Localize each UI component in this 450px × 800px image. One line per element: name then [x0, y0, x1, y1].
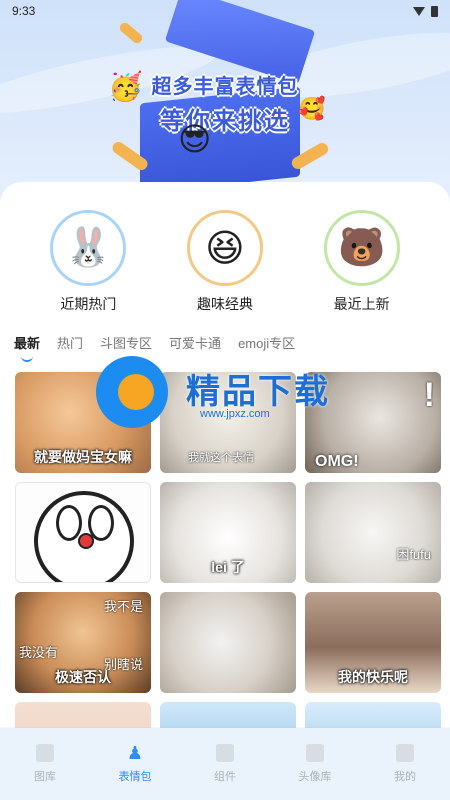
- sticker-caption-left: 我没有: [19, 645, 59, 660]
- nav-gallery[interactable]: 图库: [10, 744, 80, 784]
- love-emoji-icon: 🥰: [298, 96, 326, 121]
- promo-banner[interactable]: 🥳 😎 🥰 超多丰富表情包 等你来挑选: [0, 0, 450, 210]
- nav-stickers[interactable]: ♟ 表情包: [100, 744, 170, 784]
- nav-profile[interactable]: 我的: [370, 744, 440, 784]
- category-label: 趣味经典: [196, 296, 253, 312]
- nav-label: 表情包: [118, 771, 152, 783]
- nav-label: 我的: [394, 771, 416, 783]
- battery-icon: [431, 5, 438, 17]
- sticker-caption: OMG!: [315, 453, 359, 470]
- tab-battle[interactable]: 斗图专区: [100, 333, 152, 364]
- sticker-caption: 就要做妈宝女嘛: [34, 449, 132, 465]
- sticker-caption: 极速否认: [55, 669, 111, 685]
- sticker-tile[interactable]: 就要做妈宝女嘛: [15, 372, 151, 473]
- sticker-tabs: 最新 热门 斗图专区 可爱卡通 emoji专区: [14, 333, 312, 364]
- sticker-caption-top: 我不是: [103, 599, 143, 614]
- party-emoji-icon: 🥳: [108, 71, 143, 102]
- profile-icon: [396, 744, 414, 762]
- bunny-stickers-icon: 🐰: [50, 210, 127, 286]
- sticker-caption: lei 了: [211, 559, 245, 575]
- nav-avatar-library[interactable]: 头像库: [280, 744, 350, 784]
- wifi-icon: [413, 6, 425, 16]
- sunglasses-emoji-icon: 😎: [178, 121, 212, 157]
- nav-label: 头像库: [298, 771, 332, 783]
- widgets-icon: [216, 744, 234, 762]
- sticker-tile[interactable]: 困fufu: [305, 482, 441, 583]
- status-bar: 9:33: [0, 0, 450, 22]
- banner-title: 超多丰富表情包 等你来挑选: [0, 70, 450, 136]
- sticker-tile[interactable]: [15, 482, 151, 583]
- nav-label: 组件: [214, 771, 236, 783]
- sticker-caption: 我就这个表情: [188, 452, 254, 464]
- sticker-tile[interactable]: 我就这个表情: [160, 372, 296, 473]
- bottom-nav: 图库 ♟ 表情包 组件 头像库 我的: [0, 728, 450, 800]
- tab-cute-cartoon[interactable]: 可爱卡通: [169, 333, 221, 364]
- category-recent-hot[interactable]: 🐰 近期热门: [33, 210, 143, 314]
- sticker-badge: !: [423, 376, 435, 414]
- banner-line-1: 超多丰富表情包: [151, 76, 299, 98]
- sticker-icon: ♟: [126, 743, 144, 763]
- status-time: 9:33: [12, 4, 36, 18]
- category-new-arrivals[interactable]: 🐻 最近上新: [307, 210, 417, 314]
- tab-emoji[interactable]: emoji专区: [238, 333, 295, 364]
- sticker-tile[interactable]: lei 了: [160, 482, 296, 583]
- avatar-library-icon: [306, 744, 324, 762]
- sticker-tile[interactable]: [160, 592, 296, 693]
- banner-line-2: 等你来挑选: [160, 108, 290, 135]
- sticker-caption: 我的快乐呢: [338, 669, 408, 685]
- tab-latest[interactable]: 最新: [14, 333, 40, 364]
- category-shortcuts: 🐰 近期热门 😆 趣味经典 🐻 最近上新: [0, 210, 450, 314]
- laughing-emoji-icon: 😆: [186, 210, 263, 286]
- gallery-icon: [36, 744, 54, 762]
- sticker-caption: 困fufu: [396, 547, 431, 562]
- nav-label: 图库: [34, 771, 56, 783]
- doraemon-face: [34, 491, 134, 582]
- tab-hot[interactable]: 热门: [57, 333, 83, 364]
- sticker-tile[interactable]: ! OMG!: [305, 372, 441, 473]
- category-label: 最近上新: [333, 296, 390, 312]
- status-icons: [413, 5, 438, 17]
- nav-widgets[interactable]: 组件: [190, 744, 260, 784]
- category-fun-classic[interactable]: 😆 趣味经典: [170, 210, 280, 314]
- sticker-tile[interactable]: 我的快乐呢: [305, 592, 441, 693]
- sticker-tile[interactable]: 我不是 我没有 别瞎说 极速否认: [15, 592, 151, 693]
- bear-sticker-icon: 🐻: [323, 210, 400, 286]
- category-label: 近期热门: [60, 296, 117, 312]
